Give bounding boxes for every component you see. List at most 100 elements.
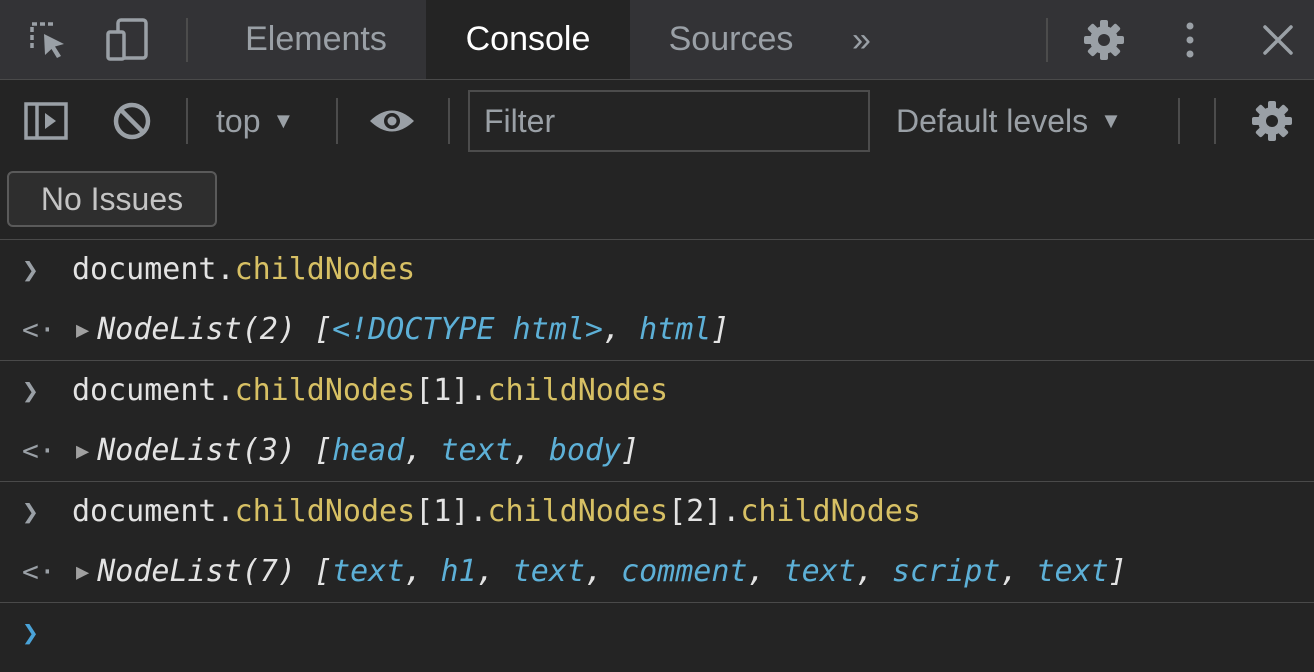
filter-field[interactable] bbox=[468, 90, 870, 152]
console-result-line: <· ▶ NodeList(7) [text, h1, text, comment,… bbox=[0, 542, 1314, 602]
command-punctuation: [2] bbox=[668, 494, 723, 529]
result-node-item[interactable]: <!DOCTYPE html> bbox=[332, 312, 603, 347]
command-punctuation: . bbox=[722, 494, 741, 529]
nodelist-result[interactable]: ▶ NodeList(7) [text, h1, text, comment, t… bbox=[76, 542, 1127, 603]
result-bracket: ] bbox=[621, 433, 640, 468]
input-chevron-icon: ❯ bbox=[22, 374, 39, 407]
result-node-item[interactable]: head bbox=[332, 433, 404, 468]
result-bracket: ] bbox=[1108, 554, 1127, 589]
expand-triangle-icon[interactable]: ▶ bbox=[76, 422, 89, 482]
sidebar-toggle-icon[interactable] bbox=[22, 97, 70, 145]
result-separator: , bbox=[512, 433, 549, 468]
separator bbox=[1214, 98, 1216, 144]
input-chevron-icon: ❯ bbox=[22, 616, 39, 649]
tab-console[interactable]: Console bbox=[426, 0, 630, 79]
more-tabs-chevron-icon[interactable]: » bbox=[852, 18, 871, 62]
result-node-item[interactable]: h1 bbox=[440, 554, 476, 589]
command-punctuation: [1] bbox=[415, 373, 470, 408]
command-object: document bbox=[72, 373, 217, 408]
result-bracket: [ bbox=[295, 554, 333, 589]
command-property: childNodes bbox=[234, 373, 416, 408]
separator bbox=[1046, 18, 1048, 62]
command-property: childNodes bbox=[740, 494, 921, 529]
result-node-item[interactable]: body bbox=[549, 433, 621, 468]
expand-triangle-icon[interactable]: ▶ bbox=[76, 301, 89, 361]
result-separator: , bbox=[855, 554, 892, 589]
console-result-line: <· ▶ NodeList(3) [head, text, body] bbox=[0, 421, 1314, 481]
command-object: document bbox=[72, 252, 217, 287]
command-punctuation: . bbox=[469, 373, 488, 408]
result-bracket: ] bbox=[711, 312, 730, 347]
log-levels-dropdown[interactable]: Default levels ▼ bbox=[896, 101, 1122, 141]
result-bracket: [ bbox=[295, 312, 333, 347]
result-separator: , bbox=[747, 554, 784, 589]
command-punctuation: . bbox=[216, 494, 235, 529]
console-toolbar: top ▼ Default levels ▼ bbox=[0, 80, 1314, 162]
devtools-tab-bar: Elements Console Sources » bbox=[0, 0, 1314, 80]
tab-elements[interactable]: Elements bbox=[220, 0, 412, 79]
result-node-item[interactable]: text bbox=[332, 554, 404, 589]
expand-triangle-icon[interactable]: ▶ bbox=[76, 543, 89, 603]
device-toolbar-icon[interactable] bbox=[104, 16, 152, 64]
result-arrow-icon: <· bbox=[22, 555, 56, 588]
separator bbox=[1178, 98, 1180, 144]
command-property: childNodes bbox=[487, 373, 669, 408]
separator bbox=[186, 98, 188, 144]
clear-console-icon[interactable] bbox=[108, 97, 156, 145]
eye-icon[interactable] bbox=[368, 97, 416, 145]
separator bbox=[448, 98, 450, 144]
console-entry: ❯ document.childNodes[1].childNodes <· ▶ Nod… bbox=[0, 361, 1314, 482]
kebab-menu-icon[interactable] bbox=[1166, 16, 1214, 64]
dropdown-caret-icon: ▼ bbox=[1100, 108, 1122, 133]
inspect-element-icon[interactable] bbox=[24, 16, 72, 64]
result-node-item[interactable]: text bbox=[440, 433, 512, 468]
command-punctuation: . bbox=[216, 252, 235, 287]
console-input-line: ❯ document.childNodes[1].childNodes bbox=[0, 361, 1314, 421]
console-command[interactable]: document.childNodes bbox=[72, 240, 415, 300]
filter-input[interactable] bbox=[484, 102, 868, 140]
result-type: NodeList(2) bbox=[97, 312, 296, 347]
console-command[interactable]: document.childNodes[1].childNodes[2].chi… bbox=[72, 482, 921, 542]
separator bbox=[186, 18, 188, 62]
result-node-item[interactable]: script bbox=[892, 554, 1000, 589]
result-type: NodeList(7) bbox=[97, 554, 296, 589]
levels-label: Default levels bbox=[896, 103, 1089, 139]
result-arrow-icon: <· bbox=[22, 313, 56, 346]
dropdown-caret-icon: ▼ bbox=[272, 108, 295, 133]
nodelist-result[interactable]: ▶ NodeList(2) [<!DOCTYPE html>, html] bbox=[76, 300, 729, 361]
nodelist-result[interactable]: ▶ NodeList(3) [head, text, body] bbox=[76, 421, 639, 482]
command-punctuation: . bbox=[469, 494, 488, 529]
result-type: NodeList(3) bbox=[97, 433, 296, 468]
tab-sources[interactable]: Sources bbox=[640, 0, 822, 79]
console-input-line: ❯ document.childNodes[1].childNodes[2].ch… bbox=[0, 482, 1314, 542]
console-settings-icon[interactable] bbox=[1248, 97, 1296, 145]
settings-icon[interactable] bbox=[1080, 16, 1128, 64]
console-prompt-line[interactable]: ❯ bbox=[0, 603, 1314, 663]
console-entry: ❯ document.childNodes <· ▶ NodeList(2) [<!DO… bbox=[0, 240, 1314, 361]
result-node-item[interactable]: text bbox=[513, 554, 585, 589]
input-chevron-icon: ❯ bbox=[22, 253, 39, 286]
command-property: childNodes bbox=[234, 494, 416, 529]
result-separator: , bbox=[404, 554, 441, 589]
command-object: document bbox=[72, 494, 217, 529]
result-node-item[interactable]: html bbox=[639, 312, 711, 347]
console-input-line: ❯ document.childNodes bbox=[0, 240, 1314, 300]
command-property: childNodes bbox=[487, 494, 669, 529]
command-property: childNodes bbox=[234, 252, 416, 287]
console-log: ❯ document.childNodes <· ▶ NodeList(2) [<!DO… bbox=[0, 240, 1314, 663]
input-chevron-icon: ❯ bbox=[22, 495, 39, 528]
console-command[interactable]: document.childNodes[1].childNodes bbox=[72, 361, 668, 421]
result-node-item[interactable]: comment bbox=[621, 554, 747, 589]
js-context-selector[interactable]: top ▼ bbox=[216, 101, 294, 141]
close-icon[interactable] bbox=[1254, 16, 1302, 64]
issues-button[interactable]: No Issues bbox=[7, 171, 217, 227]
result-separator: , bbox=[603, 312, 640, 347]
command-punctuation: [1] bbox=[415, 494, 470, 529]
result-separator: , bbox=[584, 554, 622, 589]
console-result-line: <· ▶ NodeList(2) [<!DOCTYPE html>, html] bbox=[0, 300, 1314, 360]
console-entry: ❯ document.childNodes[1].childNodes[2].ch… bbox=[0, 482, 1314, 603]
result-separator: , bbox=[1000, 554, 1037, 589]
result-node-item[interactable]: text bbox=[1037, 554, 1109, 589]
result-node-item[interactable]: text bbox=[784, 554, 856, 589]
issues-bar: No Issues bbox=[0, 162, 1314, 240]
